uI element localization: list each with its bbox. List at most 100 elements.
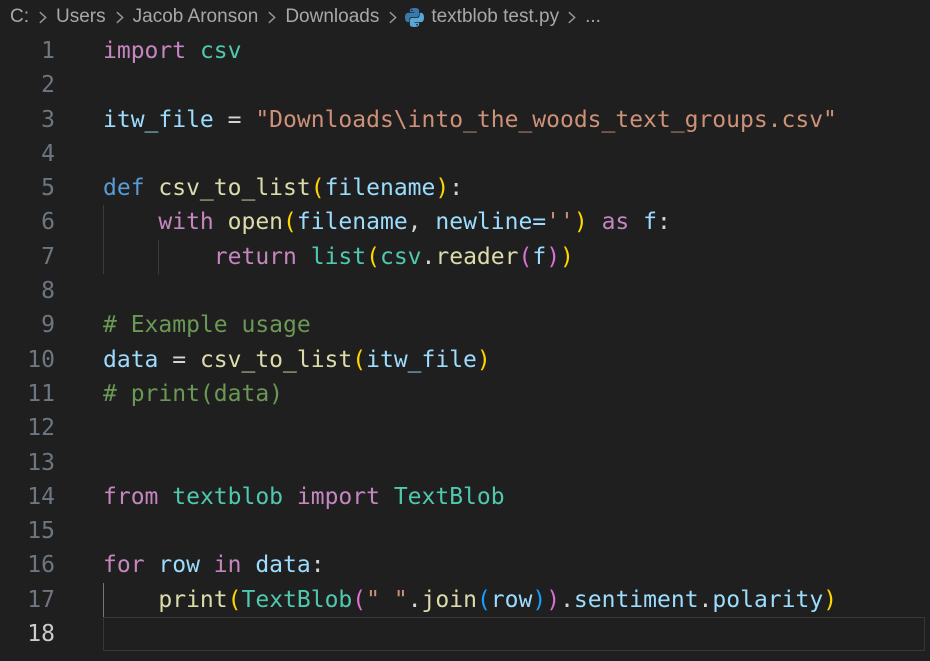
code-token: in <box>199 552 256 579</box>
code-token: ( <box>352 586 367 613</box>
code-token: . <box>560 586 574 613</box>
line-number: 3 <box>41 106 55 133</box>
code-token: ) <box>546 586 561 613</box>
line-number: 2 <box>41 72 55 99</box>
line-number: 12 <box>27 415 55 442</box>
code-line[interactable]: 4 <box>0 137 930 171</box>
code-line[interactable]: 7 return list(csv.reader(f)) <box>0 239 930 275</box>
line-code[interactable] <box>103 514 925 548</box>
code-token: ) <box>532 586 547 613</box>
line-code[interactable]: for row in data: <box>103 548 925 582</box>
code-token: ) <box>435 175 450 202</box>
code-token: for <box>103 552 159 579</box>
breadcrumb-item-users[interactable]: Users <box>55 6 107 28</box>
breadcrumb-file-label: textblob test.py <box>431 6 560 27</box>
breadcrumb-item-user-folder[interactable]: Jacob Aronson <box>132 6 260 28</box>
code-token: sentiment <box>573 586 699 613</box>
code-line[interactable]: 1 import csv <box>0 34 930 68</box>
code-token: " " <box>366 586 408 613</box>
line-number: 16 <box>27 552 55 579</box>
chevron-right-icon <box>389 11 398 24</box>
code-line[interactable]: 12 <box>0 411 930 445</box>
code-line[interactable]: 16 for row in data: <box>0 548 930 582</box>
code-line[interactable]: 18 <box>0 617 930 652</box>
line-number: 9 <box>41 312 55 339</box>
code-token: csv_to_list <box>158 175 311 202</box>
code-token: newline= <box>435 209 547 236</box>
line-number: 4 <box>41 140 55 167</box>
breadcrumb-overflow[interactable]: ... <box>584 6 602 28</box>
code-token: : <box>449 175 464 202</box>
code-token: csv_to_list <box>199 346 353 373</box>
code-token: . <box>407 586 422 613</box>
line-number: 13 <box>27 449 55 476</box>
code-token: itw_file <box>366 346 477 373</box>
line-code[interactable] <box>103 137 925 171</box>
code-token: print <box>158 586 228 613</box>
chevron-right-icon <box>39 11 47 24</box>
code-token: textblob <box>172 483 284 510</box>
line-code[interactable]: data = csv_to_list(itw_file) <box>103 343 925 377</box>
current-line[interactable] <box>103 617 925 652</box>
line-code[interactable]: from textblob import TextBlob <box>103 480 925 514</box>
code-line[interactable]: 10 data = csv_to_list(itw_file) <box>0 343 930 377</box>
code-line[interactable]: 11 # print(data) <box>0 377 930 411</box>
code-token: '' <box>546 209 574 236</box>
line-code[interactable]: with open(filename, newline='') as f: <box>103 205 925 240</box>
chevron-right-icon <box>116 11 124 24</box>
code-token: with <box>158 209 228 236</box>
code-token: # Example usage <box>103 312 311 339</box>
breadcrumb: C: Users Jacob Aronson Downloads textblo… <box>0 0 930 34</box>
code-token: . <box>698 586 713 613</box>
line-number: 8 <box>41 278 55 305</box>
line-code[interactable] <box>103 274 925 308</box>
code-token: list <box>310 243 367 270</box>
line-code[interactable]: itw_file = "Downloads\into_the_woods_tex… <box>103 103 925 137</box>
code-line[interactable]: 17 print(TextBlob(" ".join(row)).sentime… <box>0 582 930 618</box>
line-code[interactable]: print(TextBlob(" ".join(row)).sentiment.… <box>103 582 925 618</box>
code-line[interactable]: 13 <box>0 446 930 480</box>
code-line[interactable]: 9 # Example usage <box>0 308 930 342</box>
breadcrumb-item-file[interactable]: textblob test.py <box>405 6 559 28</box>
line-code[interactable]: # print(data) <box>103 377 925 411</box>
code-token: : <box>310 552 325 579</box>
code-line[interactable]: 15 <box>0 514 930 548</box>
breadcrumb-item-drive[interactable]: C: <box>9 6 30 28</box>
code-token: data <box>255 552 311 579</box>
chevron-right-icon <box>568 11 576 24</box>
code-token: ) <box>573 209 588 236</box>
python-icon <box>405 8 425 27</box>
code-line[interactable]: 6 with open(filename, newline='') as f: <box>0 205 930 240</box>
code-token: "Downloads\into_the_woods_text_groups.cs… <box>255 106 837 133</box>
line-code[interactable] <box>103 68 925 102</box>
line-number: 10 <box>27 346 55 373</box>
line-code[interactable] <box>103 411 925 445</box>
code-token: : <box>656 209 671 236</box>
line-code[interactable]: return list(csv.reader(f)) <box>103 239 925 275</box>
code-token: from <box>103 483 173 510</box>
line-code[interactable]: def csv_to_list(filename): <box>103 171 925 205</box>
line-code[interactable]: import csv <box>103 34 925 68</box>
line-code[interactable]: # Example usage <box>103 308 925 342</box>
line-number: 15 <box>27 518 55 545</box>
code-line[interactable]: 2 <box>0 68 930 102</box>
line-number: 5 <box>41 175 55 202</box>
line-code[interactable] <box>103 446 925 480</box>
code-token: f <box>532 243 547 270</box>
code-token: as <box>587 209 644 236</box>
code-line[interactable]: 3 itw_file = "Downloads\into_the_woods_te… <box>0 103 930 137</box>
line-number: 1 <box>41 38 55 64</box>
code-line[interactable]: 14 from textblob import TextBlob <box>0 480 930 514</box>
editor[interactable]: 1 import csv 2 3 itw_file = "Downloads\into_… <box>0 34 930 652</box>
code-token: TextBlob <box>241 586 353 613</box>
code-token: f <box>643 209 657 236</box>
code-token: = <box>158 346 200 373</box>
breadcrumb-item-downloads[interactable]: Downloads <box>284 6 380 28</box>
line-number: 18 <box>27 621 55 648</box>
code-token: csv <box>199 38 242 64</box>
code-line[interactable]: 5 def csv_to_list(filename): <box>0 171 930 205</box>
code-token: ( <box>352 346 367 373</box>
code-line[interactable]: 8 <box>0 274 930 308</box>
